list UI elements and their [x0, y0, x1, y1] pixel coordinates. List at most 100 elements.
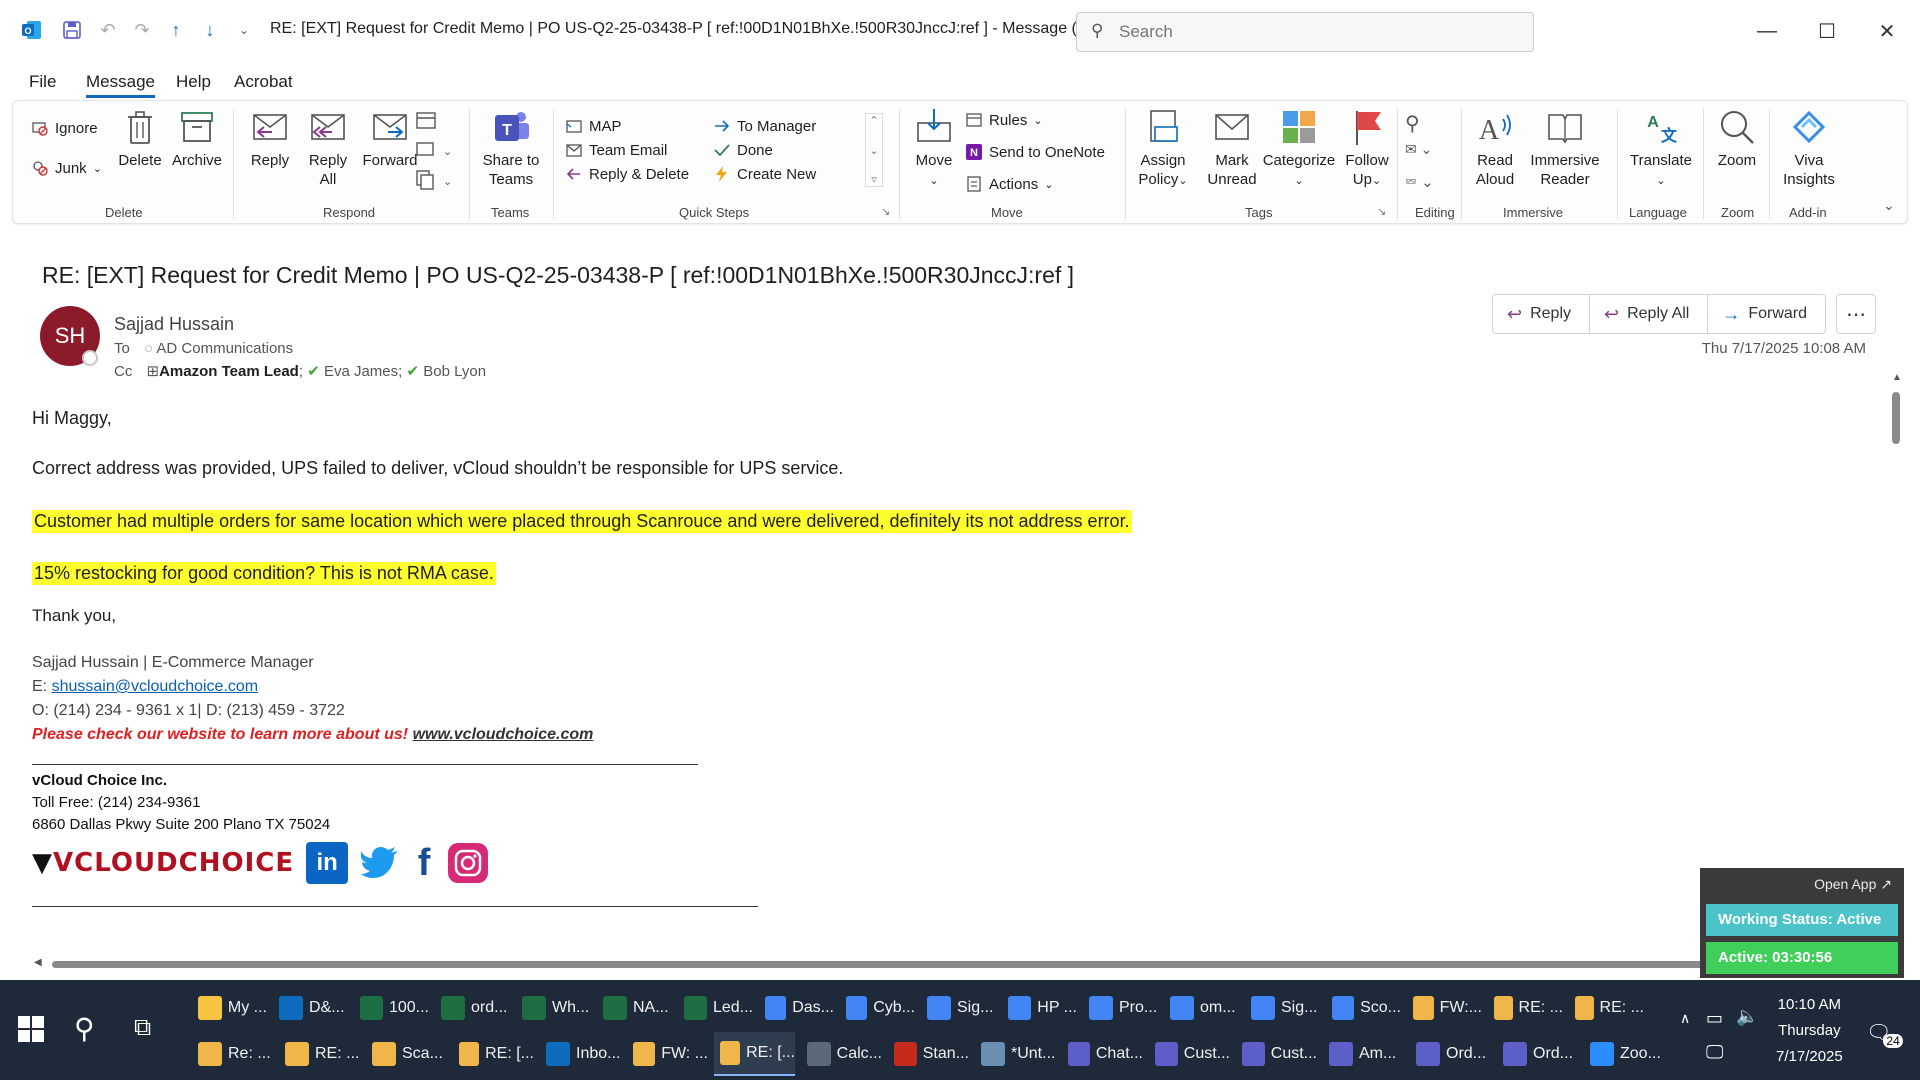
send-to-onenote-button[interactable]: N Send to OneNote — [965, 143, 1105, 161]
battery-icon[interactable]: ▭ — [1706, 1008, 1723, 1029]
quickstep-done[interactable]: Done — [713, 141, 773, 159]
meeting-reply-icon[interactable] — [415, 109, 437, 136]
actions-button[interactable]: Actions ⌄ — [965, 175, 1053, 193]
customize-toolbar-icon[interactable]: ⌄ — [232, 18, 256, 42]
taskbar-app-button[interactable]: Led... — [678, 986, 753, 1030]
cc-recipient-2[interactable]: Bob Lyon — [423, 363, 486, 380]
reply-button[interactable]: Reply — [245, 107, 295, 170]
volume-icon[interactable]: 🔈 — [1736, 1006, 1758, 1027]
menu-file[interactable]: File — [29, 72, 56, 92]
more-respond-icon[interactable]: ⌄ — [415, 169, 452, 196]
related-icon[interactable]: ✉ ⌄ — [1405, 141, 1432, 158]
horizontal-scroll-thumb[interactable] — [52, 961, 1712, 968]
search-box[interactable]: ⚲ — [1076, 12, 1534, 52]
quickstep-create-new[interactable]: Create New — [713, 165, 816, 183]
taskbar-app-button[interactable]: 100... — [354, 986, 429, 1030]
to-recipient[interactable]: AD Communications — [156, 340, 293, 357]
reply-all-button[interactable]: Reply All — [303, 107, 353, 189]
taskbar-app-button[interactable]: NA... — [597, 986, 672, 1030]
cc-recipient-1[interactable]: Eva James — [324, 363, 398, 380]
more-actions-button[interactable]: ⋯ — [1836, 294, 1876, 334]
taskbar-app-button[interactable]: D&... — [273, 986, 348, 1030]
junk-button[interactable]: Junk ⌄ — [31, 159, 102, 177]
chevron-down-icon[interactable]: ⌄ — [869, 144, 878, 157]
forward-button[interactable]: Forward — [359, 107, 421, 170]
scroll-left-icon[interactable]: ◀ — [34, 957, 42, 968]
tags-dialog-launcher-icon[interactable]: ↘ — [1377, 205, 1386, 218]
taskbar-app-button[interactable]: Ord... — [1497, 1032, 1578, 1076]
taskbar-app-button[interactable]: Inbo... — [540, 1032, 621, 1076]
taskbar-app-button[interactable]: ord... — [435, 986, 510, 1030]
facebook-icon[interactable]: f — [412, 842, 436, 884]
signature-email-link[interactable]: shussain@vcloudchoice.com — [52, 678, 259, 695]
quickstep-map[interactable]: MAP — [565, 117, 622, 135]
chevron-up-icon[interactable]: ⌃ — [869, 114, 878, 127]
taskbar-app-button[interactable]: FW:... — [1407, 986, 1482, 1030]
horizontal-scrollbar[interactable]: ◀ — [32, 956, 1712, 972]
next-item-icon[interactable]: ↓ — [198, 18, 222, 42]
taskbar-app-button[interactable]: Re: ... — [192, 1032, 273, 1076]
gallery-more-icon[interactable]: ▿ — [871, 173, 877, 186]
show-hidden-icons[interactable]: ∧ — [1680, 1010, 1690, 1027]
im-reply-icon[interactable]: ⌄ — [415, 139, 452, 166]
quickstep-reply-delete[interactable]: Reply & Delete — [565, 165, 689, 183]
taskbar-app-button[interactable]: RE: [... — [453, 1032, 534, 1076]
taskbar-app-button[interactable]: Sca... — [366, 1032, 447, 1076]
taskbar-app-button[interactable]: Sco... — [1326, 986, 1401, 1030]
notification-center-icon[interactable]: 🗨24 — [1866, 1020, 1911, 1048]
quicksteps-gallery-scroller[interactable]: ⌃ ⌄ ▿ — [865, 113, 883, 187]
taskbar-app-button[interactable]: RE: ... — [1488, 986, 1563, 1030]
taskbar-app-button[interactable]: Ord... — [1410, 1032, 1491, 1076]
taskbar-app-button[interactable]: Cust... — [1149, 1032, 1230, 1076]
translate-button[interactable]: A文 Translate ⌄ — [1625, 107, 1697, 191]
find-icon[interactable]: ⚲ — [1405, 111, 1420, 136]
vertical-scrollbar[interactable]: ▲ — [1888, 372, 1904, 932]
taskbar-app-button[interactable]: Sig... — [1245, 986, 1320, 1030]
ignore-button[interactable]: Ignore — [31, 119, 98, 137]
taskbar-app-button[interactable]: Pro... — [1083, 986, 1158, 1030]
quicksteps-dialog-launcher-icon[interactable]: ↘ — [881, 205, 890, 218]
menu-help[interactable]: Help — [176, 72, 211, 92]
taskbar-app-button[interactable]: Wh... — [516, 986, 591, 1030]
taskbar-app-button[interactable]: Calc... — [801, 1032, 882, 1076]
twitter-icon[interactable] — [360, 843, 400, 883]
linkedin-icon[interactable]: in — [306, 842, 349, 884]
undo-icon[interactable]: ↶ — [96, 18, 120, 42]
quickstep-team-email[interactable]: Team Email — [565, 141, 667, 159]
taskbar-app-button[interactable]: My ... — [192, 986, 267, 1030]
cc-group-recipient[interactable]: Amazon Team Lead — [159, 363, 299, 380]
taskbar-app-button[interactable]: Am... — [1323, 1032, 1404, 1076]
taskbar-app-button[interactable]: Cyb... — [840, 986, 915, 1030]
taskbar-app-button[interactable]: RE: ... — [1569, 986, 1644, 1030]
delete-button[interactable]: Delete — [115, 107, 165, 170]
scroll-up-icon[interactable]: ▲ — [1892, 372, 1902, 383]
taskbar-app-button[interactable]: Chat... — [1062, 1032, 1143, 1076]
archive-button[interactable]: Archive — [169, 107, 225, 170]
maximize-button[interactable]: ☐ — [1804, 14, 1850, 48]
reply-all-button[interactable]: ↩ Reply All — [1590, 295, 1709, 333]
follow-up-button[interactable]: Follow Up⌄ — [1339, 107, 1395, 191]
viva-insights-button[interactable]: Viva Insights — [1777, 107, 1841, 189]
taskbar-app-button[interactable]: RE: [... — [714, 1032, 795, 1076]
save-icon[interactable] — [60, 18, 84, 42]
search-icon[interactable]: ⚲ — [74, 1012, 95, 1045]
vertical-scroll-thumb[interactable] — [1892, 392, 1900, 444]
open-app-link[interactable]: Open App ↗ — [1814, 876, 1892, 893]
read-aloud-button[interactable]: A Read Aloud — [1471, 107, 1519, 189]
taskbar-app-button[interactable]: Das... — [759, 986, 834, 1030]
sender-name[interactable]: Sajjad Hussain — [114, 314, 234, 335]
redo-icon[interactable]: ↷ — [130, 18, 154, 42]
rules-button[interactable]: Rules ⌄ — [965, 111, 1043, 129]
taskbar-app-button[interactable]: Cust... — [1236, 1032, 1317, 1076]
share-to-teams-button[interactable]: T Share to Teams — [479, 107, 543, 189]
zoom-button[interactable]: Zoom — [1713, 107, 1761, 170]
previous-item-icon[interactable]: ↑ — [164, 18, 188, 42]
move-button[interactable]: Move ⌄ — [911, 107, 957, 191]
taskbar-app-button[interactable]: RE: ... — [279, 1032, 360, 1076]
task-view-icon[interactable]: ⧉ — [134, 1014, 151, 1042]
network-icon[interactable]: 🖵 — [1706, 1042, 1723, 1063]
instagram-icon[interactable] — [448, 843, 489, 883]
taskbar-app-button[interactable]: Sig... — [921, 986, 996, 1030]
taskbar-app-button[interactable]: Stan... — [888, 1032, 969, 1076]
expand-group-icon[interactable]: ⊞ — [147, 363, 160, 380]
